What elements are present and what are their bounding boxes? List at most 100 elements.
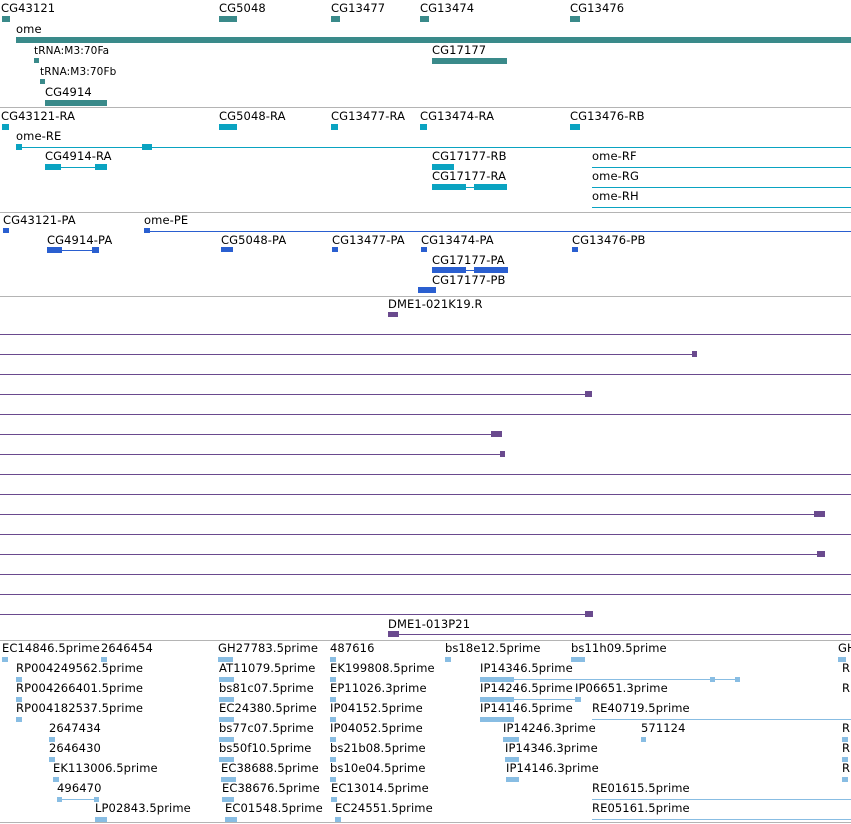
clone-line[interactable] bbox=[0, 374, 851, 375]
feature-glyph[interactable] bbox=[45, 100, 107, 106]
feature-label[interactable]: bs81c07.5prime bbox=[219, 682, 314, 695]
clone-line[interactable] bbox=[0, 334, 851, 335]
feature-label[interactable]: CG43121-PA bbox=[3, 214, 76, 227]
feature-label[interactable]: DME1-021K19.R bbox=[388, 298, 483, 311]
clone-line[interactable] bbox=[0, 454, 505, 455]
feature-label[interactable]: ome-RE bbox=[16, 130, 61, 143]
feature-label[interactable]: bs10e04.5prime bbox=[330, 762, 426, 775]
feature-glyph[interactable] bbox=[506, 777, 519, 782]
feature-label[interactable]: IP14146.3prime bbox=[506, 762, 599, 775]
clone-line[interactable] bbox=[0, 394, 592, 395]
feature-label[interactable]: EC14846.5prime bbox=[2, 642, 100, 655]
feature-label[interactable]: CG43121-RA bbox=[1, 110, 75, 123]
feature-glyph[interactable] bbox=[388, 312, 398, 317]
feature-glyph[interactable] bbox=[219, 124, 237, 130]
feature-glyph[interactable] bbox=[480, 679, 740, 680]
feature-label[interactable]: IP04152.5prime bbox=[330, 702, 423, 715]
feature-label[interactable]: CG13474-PA bbox=[421, 234, 494, 247]
feature-label[interactable]: 496470 bbox=[57, 782, 102, 795]
feature-label[interactable]: ome-PE bbox=[144, 214, 188, 227]
clone-line[interactable] bbox=[0, 474, 851, 475]
feature-label[interactable]: RP004249562.5prime bbox=[16, 662, 143, 675]
feature-glyph[interactable] bbox=[421, 247, 427, 252]
feature-label[interactable]: RE05161.5prime bbox=[592, 802, 690, 815]
feature-label[interactable]: CG4914-RA bbox=[45, 150, 112, 163]
feature-label[interactable]: R bbox=[842, 762, 850, 775]
feature-label[interactable]: EP11026.3prime bbox=[330, 682, 427, 695]
feature-label[interactable]: CG13477-RA bbox=[331, 110, 405, 123]
feature-label[interactable]: 487616 bbox=[330, 642, 375, 655]
feature-glyph[interactable] bbox=[592, 719, 851, 720]
feature-glyph[interactable] bbox=[592, 167, 851, 168]
feature-glyph[interactable] bbox=[2, 16, 10, 22]
feature-glyph[interactable] bbox=[57, 799, 99, 800]
feature-label[interactable]: IP14346.5prime bbox=[480, 662, 573, 675]
feature-label[interactable]: RE01615.5prime bbox=[592, 782, 690, 795]
feature-glyph[interactable] bbox=[331, 16, 340, 22]
feature-label[interactable]: 571124 bbox=[641, 722, 686, 735]
clone-line[interactable] bbox=[0, 494, 851, 495]
feature-glyph[interactable] bbox=[570, 124, 580, 130]
clone-line[interactable] bbox=[0, 554, 825, 555]
feature-glyph[interactable] bbox=[445, 657, 451, 662]
feature-label[interactable]: CG43121 bbox=[1, 2, 55, 15]
feature-label[interactable]: CG17177-RA bbox=[432, 170, 506, 183]
feature-label[interactable]: GH27783.5prime bbox=[218, 642, 318, 655]
feature-label[interactable]: 2646430 bbox=[49, 742, 101, 755]
feature-label[interactable]: R bbox=[842, 742, 850, 755]
feature-label[interactable]: CG17177-RB bbox=[432, 150, 507, 163]
clone-line[interactable] bbox=[0, 354, 697, 355]
feature-label[interactable]: bs21b08.5prime bbox=[330, 742, 426, 755]
feature-label[interactable]: CG13477 bbox=[331, 2, 385, 15]
feature-label[interactable]: CG5048-PA bbox=[221, 234, 286, 247]
feature-label[interactable]: 2646454 bbox=[101, 642, 153, 655]
feature-glyph[interactable] bbox=[571, 657, 585, 662]
feature-glyph[interactable] bbox=[219, 16, 237, 22]
feature-label[interactable]: tRNA:M3:70Fa bbox=[34, 45, 109, 58]
clone-line[interactable] bbox=[0, 434, 502, 435]
feature-glyph[interactable] bbox=[575, 697, 581, 702]
feature-label[interactable]: AT11079.5prime bbox=[219, 662, 315, 675]
feature-label[interactable]: CG5048 bbox=[219, 2, 266, 15]
feature-label[interactable]: R bbox=[842, 662, 850, 675]
feature-label[interactable]: bs77c07.5prime bbox=[219, 722, 314, 735]
feature-glyph[interactable] bbox=[34, 58, 39, 63]
feature-glyph[interactable] bbox=[418, 287, 436, 293]
clone-line[interactable] bbox=[0, 414, 851, 415]
clone-line[interactable] bbox=[0, 614, 593, 615]
feature-glyph[interactable] bbox=[420, 124, 427, 130]
feature-label[interactable]: EC38688.5prime bbox=[221, 762, 319, 775]
feature-label[interactable]: CG13476-PB bbox=[572, 234, 646, 247]
feature-label[interactable]: ome bbox=[16, 23, 42, 36]
clone-line[interactable] bbox=[0, 594, 851, 595]
feature-label[interactable]: CG13474 bbox=[420, 2, 474, 15]
feature-glyph[interactable] bbox=[2, 657, 8, 662]
feature-label[interactable]: IP14146.5prime bbox=[480, 702, 573, 715]
feature-label[interactable]: CG13477-PA bbox=[332, 234, 405, 247]
feature-label[interactable]: DME1-013P21 bbox=[388, 618, 470, 631]
feature-label[interactable]: IP06651.3prime bbox=[575, 682, 668, 695]
feature-label[interactable]: EC13014.5prime bbox=[331, 782, 429, 795]
feature-label[interactable]: CG4914 bbox=[45, 86, 92, 99]
feature-glyph[interactable] bbox=[641, 737, 646, 742]
feature-label[interactable]: EK199808.5prime bbox=[330, 662, 435, 675]
feature-label[interactable]: CG13476 bbox=[570, 2, 624, 15]
feature-label[interactable]: RP004182537.5prime bbox=[16, 702, 143, 715]
feature-label[interactable]: RE40719.5prime bbox=[592, 702, 690, 715]
feature-label[interactable]: R bbox=[842, 682, 850, 695]
feature-label[interactable]: IP14246.3prime bbox=[503, 722, 596, 735]
feature-label[interactable]: ome-RF bbox=[592, 150, 637, 163]
feature-label[interactable]: R bbox=[842, 722, 850, 735]
feature-glyph[interactable] bbox=[16, 717, 22, 722]
feature-glyph[interactable] bbox=[332, 247, 338, 252]
feature-label[interactable]: EC24551.5prime bbox=[335, 802, 433, 815]
feature-glyph[interactable] bbox=[570, 16, 580, 22]
feature-label[interactable]: EK113006.5prime bbox=[53, 762, 158, 775]
feature-glyph[interactable] bbox=[144, 231, 851, 232]
feature-glyph[interactable] bbox=[420, 16, 429, 22]
feature-label[interactable]: LP02843.5prime bbox=[95, 802, 191, 815]
feature-glyph[interactable] bbox=[2, 124, 9, 130]
feature-label[interactable]: IP04052.5prime bbox=[330, 722, 423, 735]
feature-label[interactable]: ome-RH bbox=[592, 190, 639, 203]
feature-glyph[interactable] bbox=[3, 228, 9, 233]
